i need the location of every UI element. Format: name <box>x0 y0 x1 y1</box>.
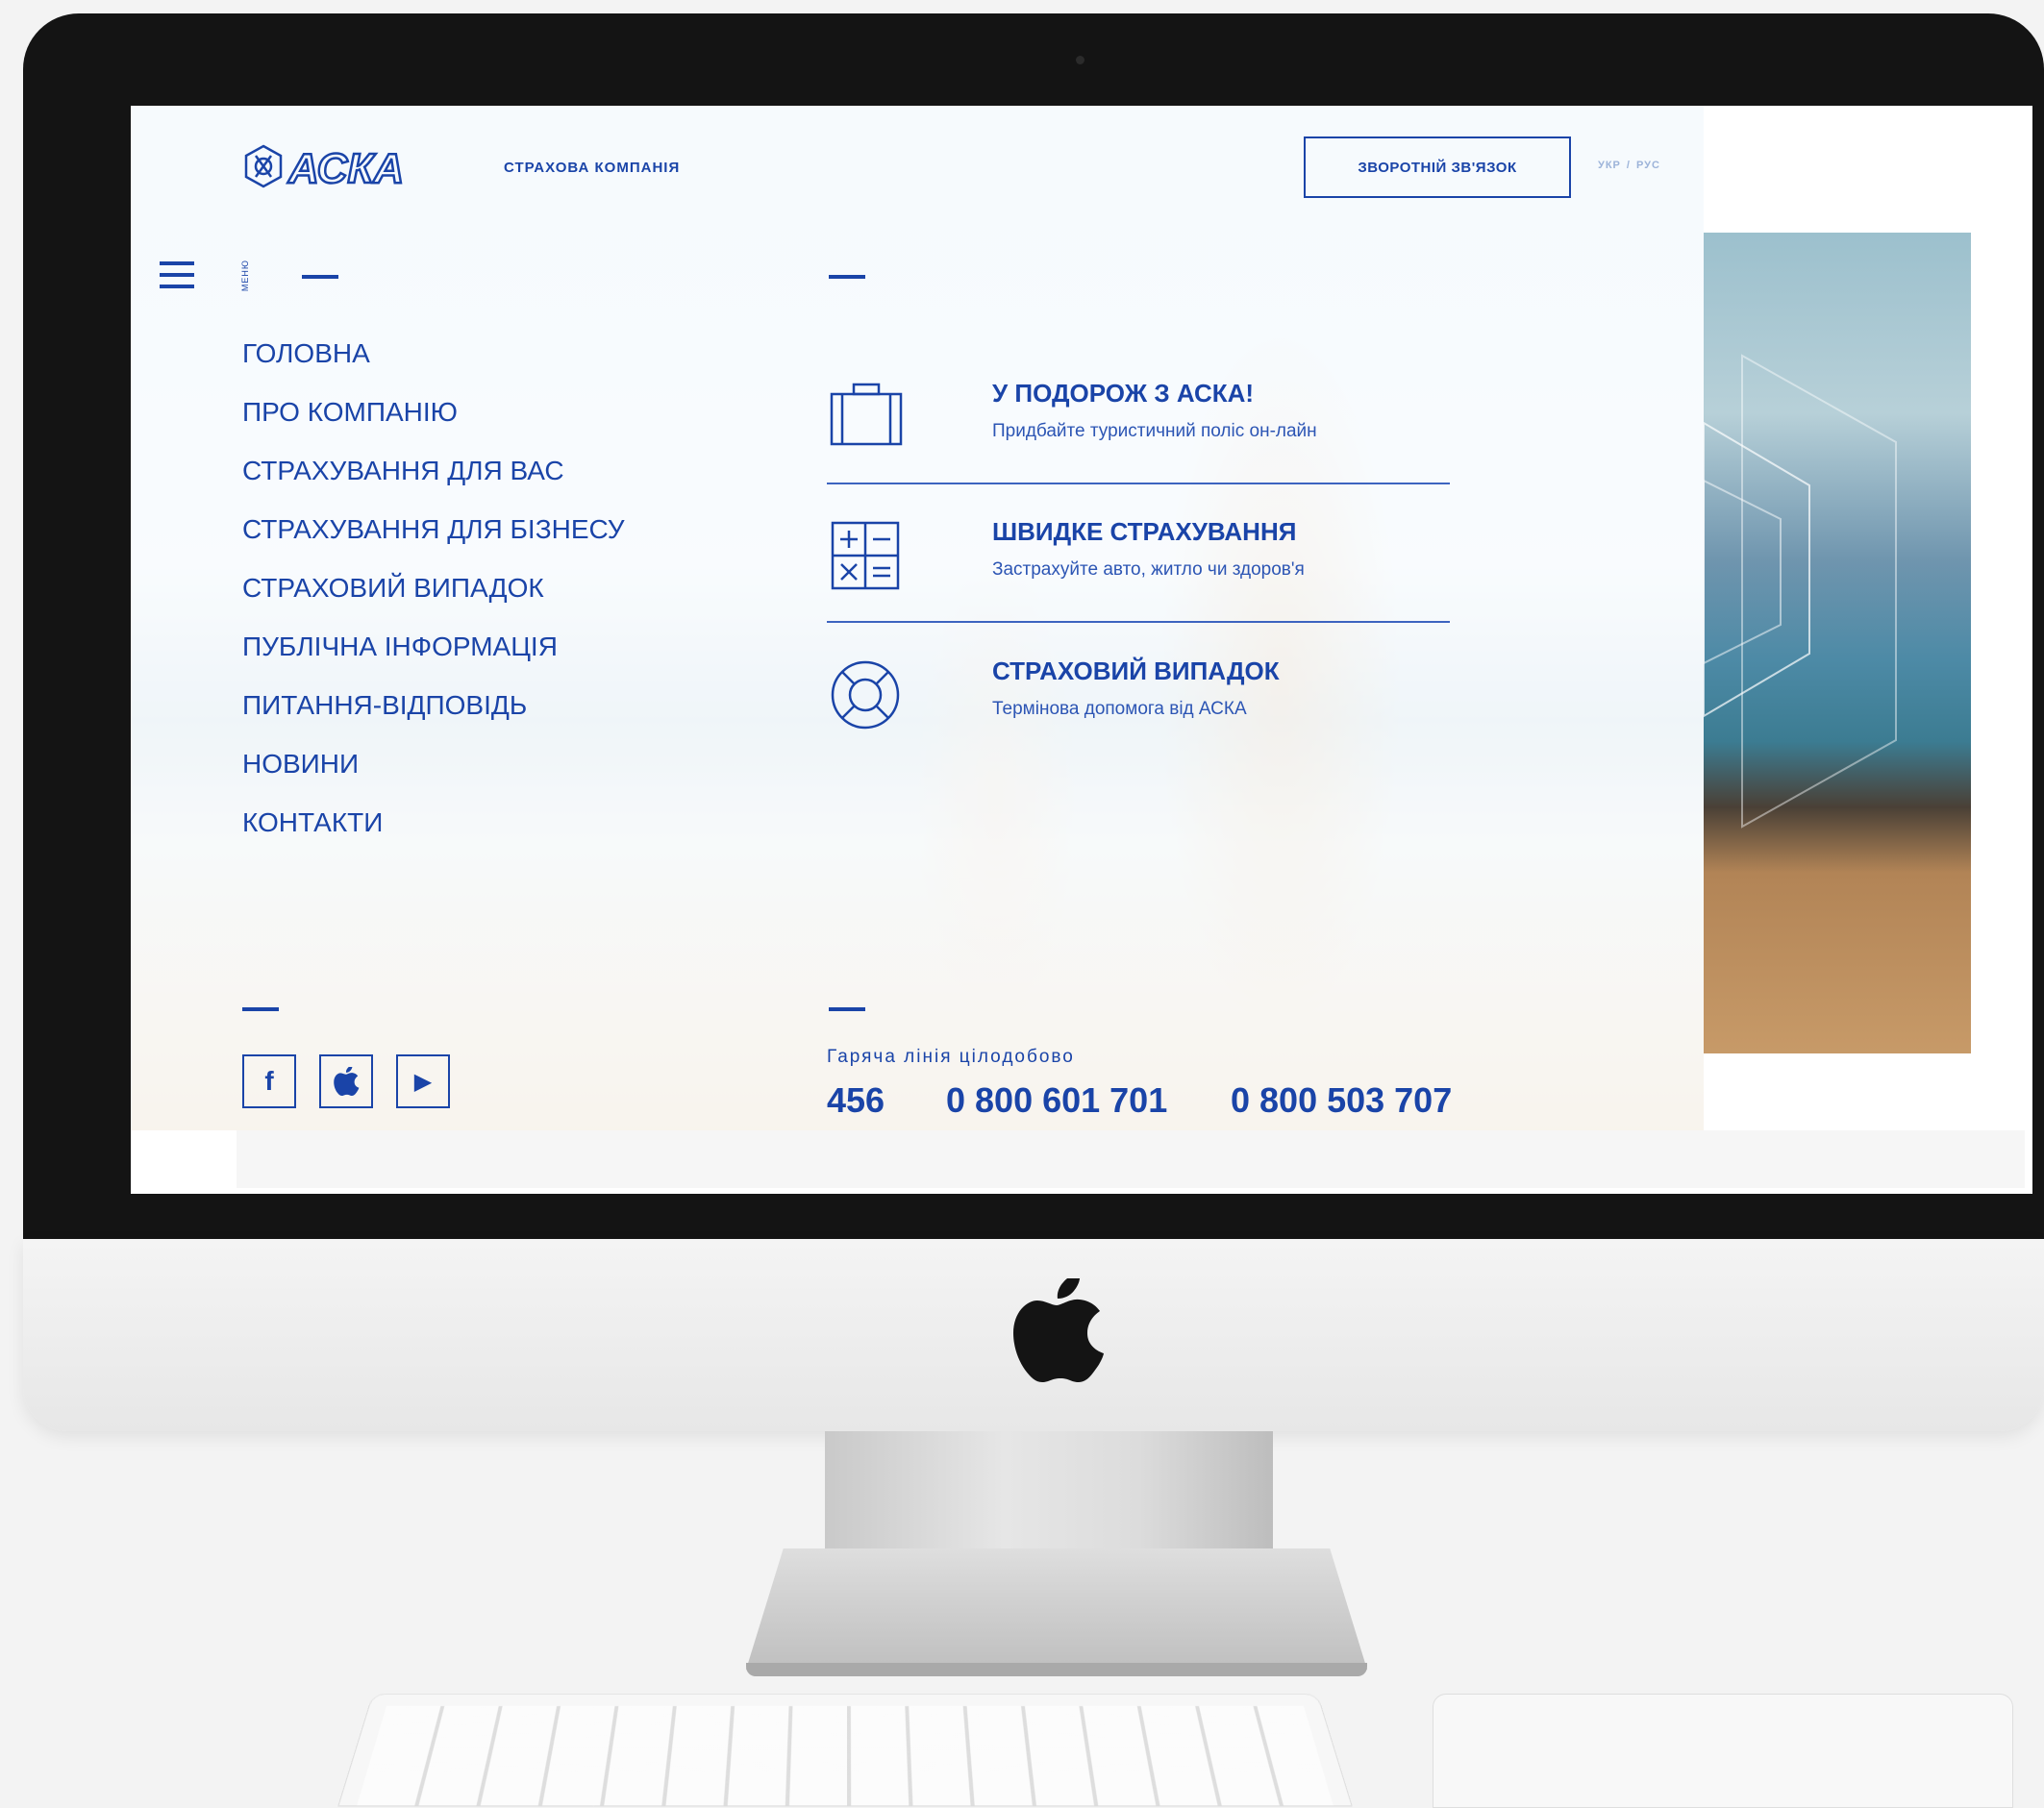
lang-separator: / <box>1626 160 1631 171</box>
quick-link-description: Термінова допомога від АСКА <box>992 699 1247 719</box>
website-screen: АСКА СТРАХОВА КОМПАНІЯ ЗВОРОТНІЙ ЗВ'ЯЗОК… <box>131 106 2032 1194</box>
quick-link-title: ШВИДКЕ СТРАХУВАННЯ <box>992 517 1297 546</box>
apple-icon <box>334 1067 360 1096</box>
lang-ukr[interactable]: УКР <box>1598 160 1621 171</box>
quick-link-title: У ПОДОРОЖ З АСКА! <box>992 379 1255 408</box>
hotline-label: Гаряча лінія цілодобово <box>827 1047 1075 1067</box>
nav-item-news[interactable]: НОВИНИ <box>242 747 625 805</box>
lifebuoy-icon <box>831 660 900 730</box>
quick-link-insurance-case[interactable]: СТРАХОВИЙ ВИПАДОК Термінова допомога від… <box>827 656 1452 753</box>
hexagon-decoration <box>1704 354 1897 829</box>
phone-number-1[interactable]: 0 800 601 701 <box>946 1080 1167 1121</box>
monitor-stand-foot <box>746 1663 1367 1676</box>
svg-text:АСКА: АСКА <box>287 145 404 192</box>
nav-item-about[interactable]: ПРО КОМПАНІЮ <box>242 395 625 454</box>
feedback-button[interactable]: ЗВОРОТНІЙ ЗВ'ЯЗОК <box>1304 136 1571 198</box>
monitor-bezel: АСКА СТРАХОВА КОМПАНІЯ ЗВОРОТНІЙ ЗВ'ЯЗОК… <box>23 13 2044 1239</box>
facebook-button[interactable]: f <box>242 1054 296 1108</box>
nav-item-contacts[interactable]: КОНТАКТИ <box>242 805 625 864</box>
keyboard <box>337 1693 1353 1807</box>
facebook-icon: f <box>264 1066 274 1096</box>
apple-logo-icon <box>1013 1278 1104 1382</box>
phone-short[interactable]: 456 <box>827 1080 885 1121</box>
nav-item-insurance-case[interactable]: СТРАХОВИЙ ВИПАДОК <box>242 571 625 630</box>
video-button[interactable]: ▶ <box>396 1054 450 1108</box>
trackpad <box>1433 1694 2013 1808</box>
camera-icon <box>1076 56 1084 64</box>
lang-rus[interactable]: РУС <box>1636 160 1660 171</box>
nav-item-business-insurance[interactable]: СТРАХУВАННЯ ДЛЯ БІЗНЕСУ <box>242 512 625 571</box>
bottom-strip <box>237 1130 2025 1188</box>
main-nav: ГОЛОВНА ПРО КОМПАНІЮ СТРАХУВАННЯ ДЛЯ ВАС… <box>242 336 625 864</box>
divider-line <box>827 621 1450 623</box>
divider-line <box>827 483 1450 484</box>
nav-item-public-info[interactable]: ПУБЛІЧНА ІНФОРМАЦІЯ <box>242 630 625 688</box>
nav-item-home[interactable]: ГОЛОВНА <box>242 336 625 395</box>
monitor-stand <box>825 1431 1273 1556</box>
phone-number-2[interactable]: 0 800 503 707 <box>1231 1080 1452 1121</box>
hamburger-menu-icon[interactable] <box>160 261 194 288</box>
divider-dash <box>242 1007 279 1011</box>
quick-link-description: Придбайте туристичний поліс он-лайн <box>992 421 1317 441</box>
aska-logo[interactable]: АСКА <box>242 142 483 192</box>
quick-link-fast-insurance[interactable]: ШВИДКЕ СТРАХУВАННЯ Застрахуйте авто, жит… <box>827 517 1452 613</box>
divider-dash <box>302 275 338 279</box>
divider-dash <box>829 1007 865 1011</box>
logo-subtitle: СТРАХОВА КОМПАНІЯ <box>504 160 681 176</box>
quick-link-description: Застрахуйте авто, житло чи здоров'я <box>992 559 1305 580</box>
language-switcher: УКР / РУС <box>1598 160 1660 171</box>
divider-dash <box>829 275 865 279</box>
play-icon: ▶ <box>413 1068 433 1095</box>
monitor-chin <box>23 1239 2044 1431</box>
nav-item-faq[interactable]: ПИТАННЯ-ВІДПОВІДЬ <box>242 688 625 747</box>
quick-link-travel[interactable]: У ПОДОРОЖ З АСКА! Придбайте туристичний … <box>827 379 1452 475</box>
app-store-button[interactable] <box>319 1054 373 1108</box>
monitor-stand-base <box>746 1548 1367 1670</box>
menu-vertical-label: МЕНЮ <box>240 260 250 292</box>
nav-item-personal-insurance[interactable]: СТРАХУВАННЯ ДЛЯ ВАС <box>242 454 625 512</box>
quick-link-title: СТРАХОВИЙ ВИПАДОК <box>992 656 1280 685</box>
calculator-icon <box>831 521 900 590</box>
suitcase-icon <box>830 383 903 446</box>
